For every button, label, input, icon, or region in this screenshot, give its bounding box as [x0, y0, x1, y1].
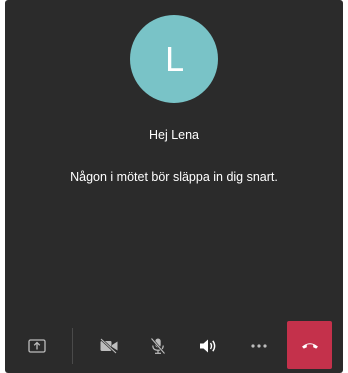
call-toolbar: [5, 321, 343, 370]
more-icon: [251, 343, 267, 348]
toolbar-divider: [72, 328, 73, 364]
camera-off-icon: [100, 337, 118, 354]
more-actions-button[interactable]: [244, 321, 274, 370]
call-window: L Hej Lena Någon i mötet bör släppa in d…: [5, 0, 343, 373]
participant-avatar: L: [130, 15, 218, 103]
share-button[interactable]: [22, 321, 52, 370]
mic-toggle-button[interactable]: [143, 321, 173, 370]
mic-off-icon: [150, 337, 166, 354]
lobby-message: Någon i mötet bör släppa in dig snart.: [70, 170, 278, 184]
hang-up-button[interactable]: [287, 321, 332, 369]
share-icon: [28, 338, 46, 353]
hang-up-icon: [301, 343, 318, 349]
avatar-initial: L: [164, 39, 184, 79]
greeting-text: Hej Lena: [148, 128, 200, 142]
camera-toggle-button[interactable]: [94, 321, 124, 370]
speaker-button[interactable]: [193, 321, 223, 370]
speaker-icon: [200, 339, 216, 352]
